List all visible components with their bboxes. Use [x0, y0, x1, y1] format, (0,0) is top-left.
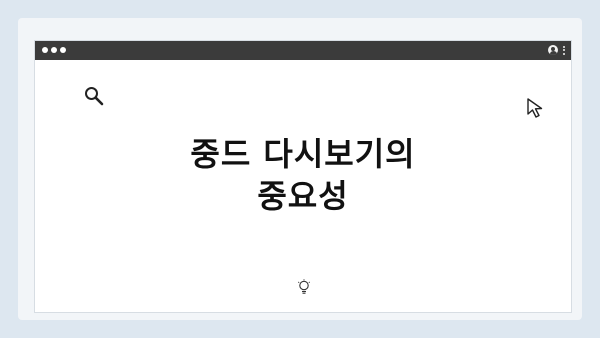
cursor-arrow-icon — [527, 98, 543, 118]
page-title-line2: 중요성 — [257, 177, 349, 215]
page-title: 중드 다시보기의 중요성 — [35, 133, 571, 217]
titlebar-icons — [548, 45, 565, 55]
page-title-line1: 중드 다시보기의 — [190, 135, 416, 173]
window-titlebar — [35, 41, 571, 60]
user-icon[interactable] — [548, 45, 558, 55]
kebab-menu-icon[interactable] — [563, 45, 565, 55]
lightbulb-icon — [297, 279, 311, 294]
window-controls — [42, 47, 66, 53]
window-dot-close[interactable] — [42, 47, 48, 53]
window-dot-minimize[interactable] — [51, 47, 57, 53]
browser-window: 중드 다시보기의 중요성 — [34, 40, 572, 313]
window-dot-maximize[interactable] — [60, 47, 66, 53]
search-icon — [85, 87, 104, 106]
